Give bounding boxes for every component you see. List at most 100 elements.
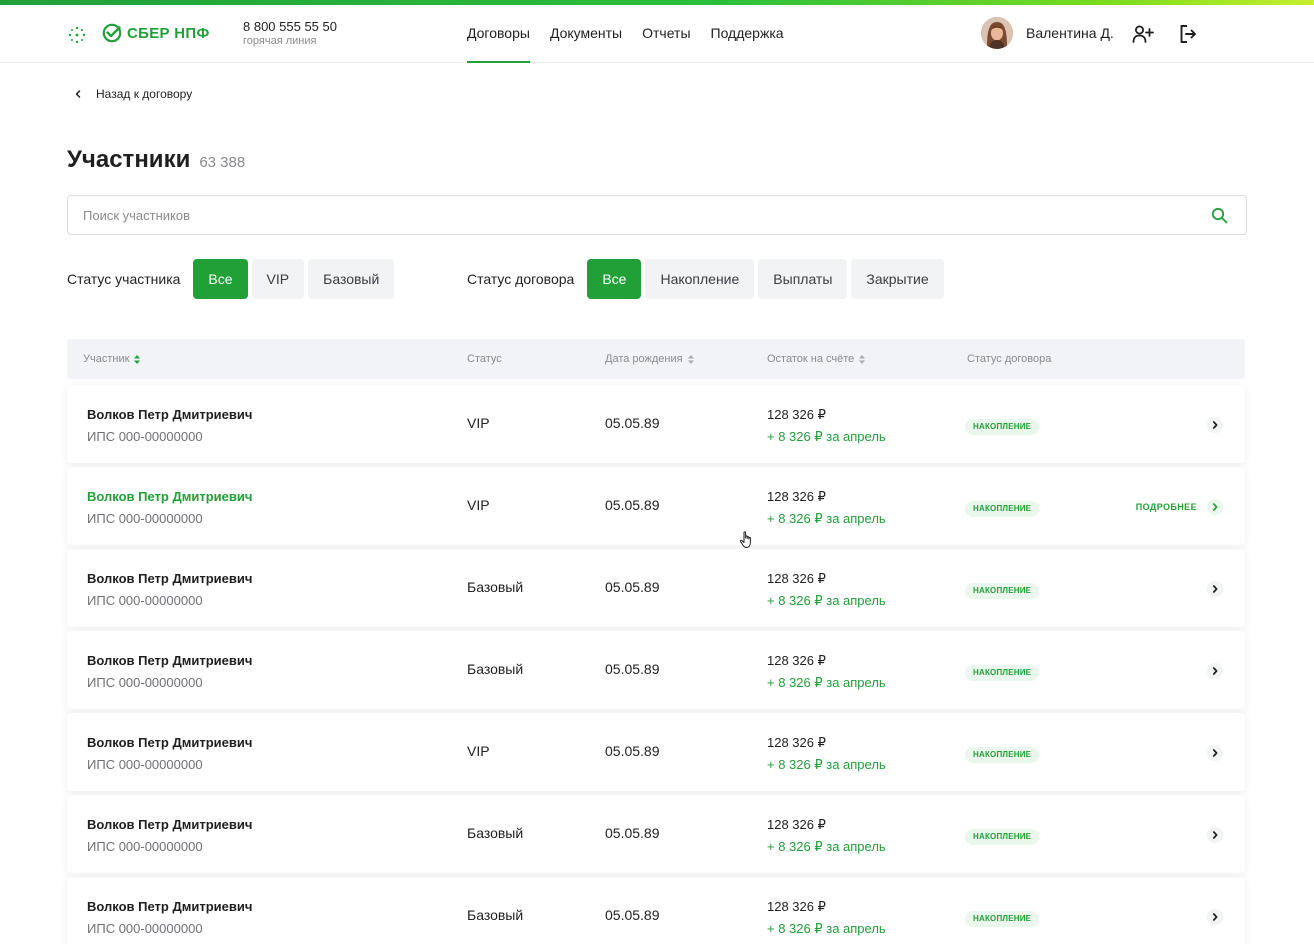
table-row[interactable]: Волков Петр Дмитриевич ИПС 000-00000000 … (67, 467, 1245, 545)
table-row[interactable]: Волков Петр Дмитриевич ИПС 000-00000000 … (67, 385, 1245, 463)
user-name[interactable]: Валентина Д. (1026, 25, 1114, 41)
chevron-right-icon (1212, 831, 1218, 839)
participant-filter-all[interactable]: Все (193, 259, 248, 299)
chevron-right-icon (1212, 503, 1218, 511)
nav-documents[interactable]: Документы (550, 5, 622, 63)
birth-date: 05.05.89 (605, 415, 660, 431)
participant-name[interactable]: Волков Петр Дмитриевич (87, 653, 252, 668)
participants-count: 63 388 (199, 154, 246, 171)
balance-change: + 8 326 ₽ за апрель (767, 511, 886, 526)
column-balance[interactable]: Остаток на счёте (767, 339, 866, 379)
chevron-right-icon (1212, 749, 1218, 757)
birth-date: 05.05.89 (605, 579, 660, 595)
table-header: Участник Статус Дата рождения Остаток на… (67, 339, 1245, 379)
account-balance: 128 326 ₽ (767, 899, 826, 914)
participant-ips: ИПС 000-00000000 (87, 511, 203, 526)
contract-status-filter: Статус договора Все Накопление Выплаты З… (467, 259, 948, 299)
participant-filter-vip[interactable]: VIP (251, 259, 305, 299)
participant-status-filter: Статус участника Все VIP Базовый (67, 259, 398, 299)
balance-change: + 8 326 ₽ за апрель (767, 675, 886, 690)
participant-ips: ИПС 000-00000000 (87, 675, 203, 690)
column-status: Статус (467, 339, 502, 379)
table-row[interactable]: Волков Петр Дмитриевич ИПС 000-00000000 … (67, 549, 1245, 627)
search-box (67, 195, 1247, 235)
birth-date: 05.05.89 (605, 661, 660, 677)
details-link[interactable]: ПОДРОБНЕЕ (1136, 502, 1197, 512)
birth-date: 05.05.89 (605, 743, 660, 759)
contract-status-badge: НАКОПЛЕНИЕ (965, 583, 1040, 599)
participant-status-label: Статус участника (67, 271, 181, 287)
user-plus-icon[interactable] (1132, 24, 1154, 44)
back-link-label: Назад к договору (96, 87, 193, 101)
row-open-button[interactable] (1207, 745, 1223, 761)
contract-status-badge: НАКОПЛЕНИЕ (965, 829, 1040, 845)
participant-status: VIP (467, 415, 490, 431)
contract-status-badge: НАКОПЛЕНИЕ (965, 747, 1040, 763)
participant-ips: ИПС 000-00000000 (87, 921, 203, 936)
nav-support[interactable]: Поддержка (711, 5, 784, 63)
participant-name[interactable]: Волков Петр Дмитриевич (87, 407, 252, 422)
participant-status: VIP (467, 743, 490, 759)
participant-filter-basic[interactable]: Базовый (308, 259, 395, 299)
row-open-button[interactable] (1207, 417, 1223, 433)
participant-status: Базовый (467, 907, 524, 923)
nav-contracts[interactable]: Договоры (467, 5, 530, 63)
chevron-right-icon (1212, 421, 1218, 429)
balance-change: + 8 326 ₽ за апрель (767, 921, 886, 936)
row-open-button[interactable] (1207, 909, 1223, 925)
back-link[interactable]: Назад к договору (74, 87, 192, 101)
search-input[interactable] (68, 196, 1246, 234)
page-heading: Участники 63 388 (67, 146, 245, 174)
column-contract-status: Статус договора (967, 339, 1051, 379)
birth-date: 05.05.89 (605, 497, 660, 513)
page-title: Участники (67, 146, 191, 173)
participant-status: Базовый (467, 825, 524, 841)
table-row[interactable]: Волков Петр Дмитриевич ИПС 000-00000000 … (67, 713, 1245, 791)
account-balance: 128 326 ₽ (767, 571, 826, 586)
account-balance: 128 326 ₽ (767, 489, 826, 504)
balance-change: + 8 326 ₽ за апрель (767, 839, 886, 854)
chevron-right-icon (1212, 667, 1218, 675)
chevron-right-icon (1212, 585, 1218, 593)
contract-filter-closing[interactable]: Закрытие (851, 259, 944, 299)
sort-icon (859, 354, 866, 364)
user-menu[interactable]: Валентина Д. (981, 17, 1114, 49)
column-contract-status-label: Статус договора (967, 353, 1052, 365)
contract-filter-accumulation[interactable]: Накопление (645, 259, 755, 299)
birth-date: 05.05.89 (605, 907, 660, 923)
table-row[interactable]: Волков Петр Дмитриевич ИПС 000-00000000 … (67, 795, 1245, 873)
contract-filter-payouts[interactable]: Выплаты (758, 259, 848, 299)
grid-dots-icon[interactable] (68, 26, 86, 44)
logout-icon[interactable] (1179, 24, 1197, 44)
main-nav: Договоры Документы Отчеты Поддержка (467, 5, 784, 63)
hotline-caption: горячая линия (243, 35, 317, 47)
account-balance: 128 326 ₽ (767, 653, 826, 668)
hotline-number[interactable]: 8 800 555 55 50 (243, 19, 337, 34)
row-open-button[interactable] (1207, 827, 1223, 843)
table-row[interactable]: Волков Петр Дмитриевич ИПС 000-00000000 … (67, 877, 1245, 944)
search-icon[interactable] (1211, 207, 1228, 224)
participant-name[interactable]: Волков Петр Дмитриевич (87, 489, 252, 504)
logo-text: СБЕР НПФ (127, 24, 210, 42)
hotline: 8 800 555 55 50 горячая линия (243, 19, 337, 48)
participant-name[interactable]: Волков Петр Дмитриевич (87, 817, 252, 832)
account-balance: 128 326 ₽ (767, 817, 826, 832)
app-header: СБЕР НПФ 8 800 555 55 50 горячая линия Д… (0, 5, 1314, 63)
contract-status-badge: НАКОПЛЕНИЕ (965, 665, 1040, 681)
participant-ips: ИПС 000-00000000 (87, 429, 203, 444)
column-participant[interactable]: Участник (83, 339, 141, 379)
chevron-right-icon (1212, 913, 1218, 921)
participant-name[interactable]: Волков Петр Дмитриевич (87, 735, 252, 750)
row-open-button[interactable] (1207, 663, 1223, 679)
column-birth-date[interactable]: Дата рождения (605, 339, 694, 379)
contract-filter-all[interactable]: Все (587, 259, 642, 299)
participant-name[interactable]: Волков Петр Дмитриевич (87, 571, 252, 586)
participant-name[interactable]: Волков Петр Дмитриевич (87, 899, 252, 914)
table-row[interactable]: Волков Петр Дмитриевич ИПС 000-00000000 … (67, 631, 1245, 709)
nav-reports[interactable]: Отчеты (642, 5, 690, 63)
balance-change: + 8 326 ₽ за апрель (767, 593, 886, 608)
brand-logo[interactable]: СБЕР НПФ (102, 23, 210, 43)
row-open-button[interactable] (1207, 581, 1223, 597)
participant-ips: ИПС 000-00000000 (87, 839, 203, 854)
row-open-button[interactable] (1207, 499, 1223, 515)
